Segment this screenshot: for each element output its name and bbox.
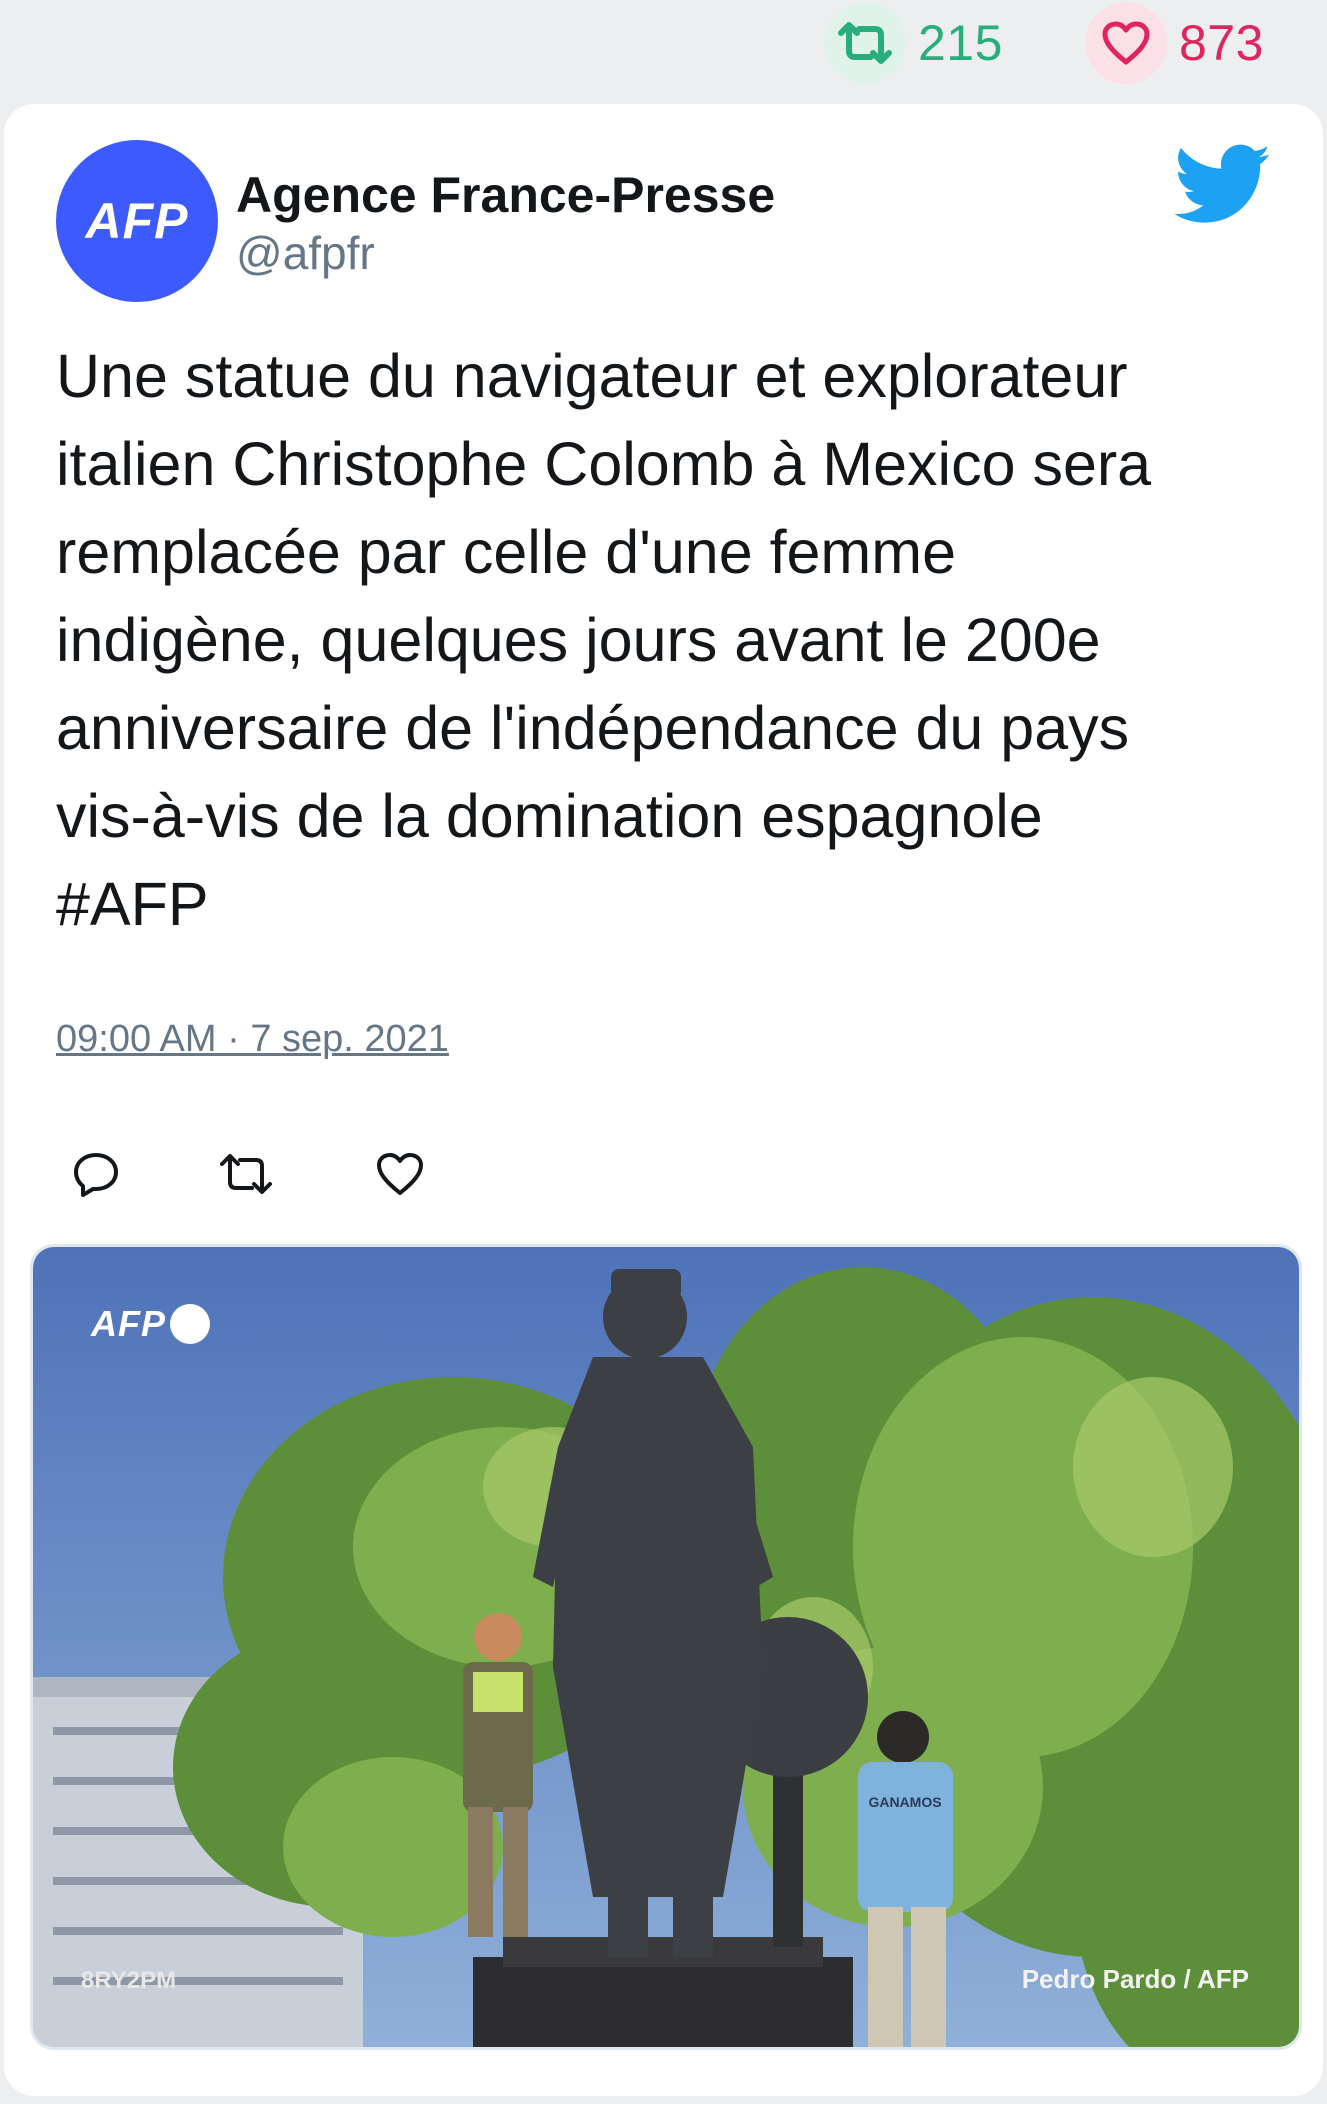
photo-code: 8RY2PM (81, 1967, 177, 1994)
tweet-card: AFP Agence France-Presse @afpfr Une stat… (4, 104, 1323, 2096)
photo-watermark-logo: AFP (91, 1303, 210, 1345)
retweet-count: 215 (918, 15, 1003, 71)
heart-icon (1085, 2, 1167, 84)
like-button[interactable] (360, 1134, 440, 1214)
twitter-bird-icon[interactable] (1174, 144, 1272, 226)
avatar[interactable]: AFP (56, 140, 218, 302)
author-name[interactable]: Agence France-Presse (236, 166, 775, 224)
retweet-icon (824, 2, 906, 84)
statue-photo-illustration: GANAMOS (33, 1247, 1299, 2047)
shirt-text: GANAMOS (868, 1794, 941, 1810)
watermark-dot (170, 1304, 210, 1344)
tweet-photo[interactable]: GANAMOS AFP 8RY2PM Pedro Pardo / AFP (30, 1244, 1302, 2050)
engagement-stats: 215 873 (0, 0, 1327, 100)
heart-icon (377, 1153, 423, 1195)
tweet-text: Une statue du navigateur et explorateur … (56, 342, 1152, 938)
reply-icon (74, 1153, 118, 1197)
photo-watermark-text: AFP (91, 1303, 166, 1344)
like-count: 873 (1179, 15, 1264, 71)
retweet-icon (220, 1154, 272, 1194)
tweet-timestamp[interactable]: 09:00 AM · 7 sep. 2021 (56, 1018, 449, 1061)
retweet-button[interactable] (206, 1134, 286, 1214)
reply-button[interactable] (56, 1134, 136, 1214)
retweet-count-stat: 215 (824, 2, 1003, 84)
author-handle[interactable]: @afpfr (236, 226, 375, 280)
avatar-logo-text: AFP (85, 193, 189, 249)
photo-credit: Pedro Pardo / AFP (1021, 1964, 1249, 1994)
like-count-stat: 873 (1085, 2, 1264, 84)
